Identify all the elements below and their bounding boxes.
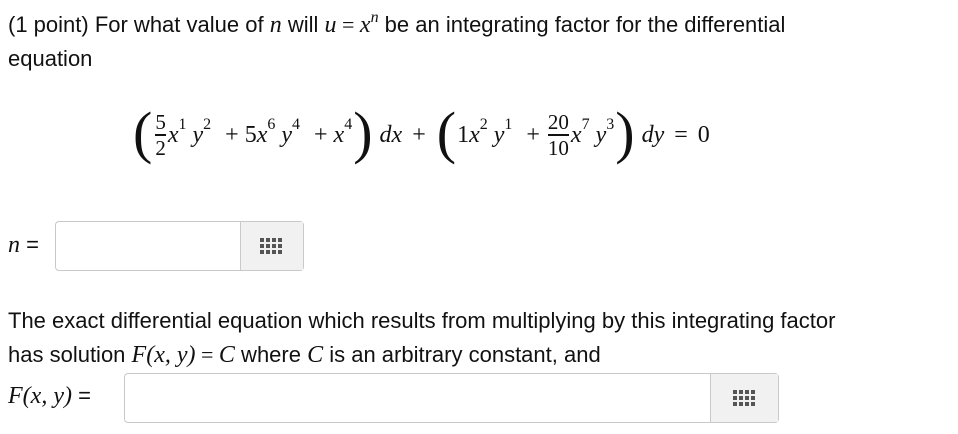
close-paren-2: ) <box>615 100 635 165</box>
answer-label-f-args: (x, y) <box>22 383 72 409</box>
answer-label-f: F(x, y) = <box>8 383 91 409</box>
fraction-5-over-2: 5 2 <box>155 111 166 159</box>
answer-label-n-variable: n <box>8 232 20 258</box>
equation-row: ( 5 2 x1 y2 + 5x6 y4 + x4 ) dx + (1 x 2… <box>133 100 710 165</box>
problem-line-1: (1 point) For what value of n will u = x… <box>8 8 928 42</box>
solution-equals: = <box>195 342 219 367</box>
problem-statement: (1 point) For what value of n will u = x… <box>8 8 928 76</box>
grid-icon <box>260 238 284 254</box>
solution-statement-line-1: The exact differential equation which re… <box>8 308 836 333</box>
fraction-5-over-2-denominator: 2 <box>155 135 166 160</box>
term2-y: y <box>281 121 292 148</box>
answer-label-f-equals: = <box>71 383 91 408</box>
term2-coefficient: 5 <box>244 121 257 148</box>
term4-coefficient: 1 <box>457 121 470 148</box>
fraction-5-over-2-numerator: 5 <box>155 110 166 135</box>
constant-c: C <box>218 342 235 368</box>
open-paren-2: ( <box>436 100 457 165</box>
answer-field-f-wrapper <box>124 373 779 423</box>
constant-c-2: C <box>307 342 324 368</box>
exponent-n: n <box>370 9 379 26</box>
open-paren-1: ( <box>133 100 153 165</box>
fraction-20-over-10: 20 10 <box>547 110 569 160</box>
problem-prefix: (1 point) For what value of <box>8 12 264 37</box>
variable-u: u <box>324 12 337 38</box>
answer-label-n-equals: = <box>20 232 39 257</box>
problem-will: will <box>281 12 325 37</box>
equals-sign: = <box>336 12 360 37</box>
equation-editor-button-n[interactable] <box>240 222 303 270</box>
answer-field-n-wrapper <box>55 221 304 271</box>
term4-y: y <box>493 121 505 148</box>
plus-sign-4: + <box>526 121 540 148</box>
equation-equals: = <box>674 121 688 148</box>
term5-x: x <box>570 121 582 148</box>
term1-x: x <box>167 121 179 148</box>
problem-line-2: equation <box>8 46 93 71</box>
equation-editor-button-f[interactable] <box>710 374 778 422</box>
function-f: F <box>131 342 147 368</box>
answer-row-n: n = <box>8 221 308 273</box>
grid-icon <box>732 390 757 406</box>
equation-rhs: 0 <box>697 121 710 148</box>
variable-x: x <box>359 12 371 38</box>
answer-label-f-function: F <box>8 383 23 409</box>
variable-n: n <box>269 12 282 38</box>
term1-y: y <box>192 121 204 148</box>
differential-equation: ( 5 2 x1 y2 + 5x6 y4 + x4 ) dx + (1 x 2… <box>132 96 852 174</box>
solution-where: where <box>234 342 308 367</box>
function-args: (x, y) <box>146 342 196 368</box>
term3-x: x <box>333 121 345 148</box>
solution-suffix: is an arbitrary constant, and <box>323 342 601 367</box>
solution-prefix: has solution <box>8 342 132 367</box>
answer-input-n[interactable] <box>56 222 240 270</box>
answer-input-f[interactable] <box>125 374 710 422</box>
plus-sign-1: + <box>225 121 239 148</box>
close-paren-1: ) <box>353 100 373 165</box>
term2-x: x <box>256 121 268 148</box>
plus-sign-3: + <box>412 121 426 148</box>
dx-term: dx <box>379 121 403 148</box>
fraction-20-over-10-denominator: 10 <box>547 135 569 160</box>
answer-label-n: n = <box>8 232 39 258</box>
dy-term: dy <box>641 121 665 148</box>
solution-statement: The exact differential equation which re… <box>8 304 938 372</box>
problem-line-1-suffix: be an integrating factor for the differe… <box>378 12 786 37</box>
problem-page: (1 point) For what value of n will u = x… <box>0 0 958 434</box>
fraction-20-over-10-numerator: 20 <box>547 110 569 135</box>
term5-y: y <box>595 121 607 148</box>
answer-row-f: F(x, y) = <box>8 373 950 425</box>
solution-statement-line-2: has solution F(x, y) = C where C is an a… <box>8 338 938 372</box>
plus-sign-2: + <box>314 121 328 148</box>
term4-x: x <box>469 121 480 148</box>
